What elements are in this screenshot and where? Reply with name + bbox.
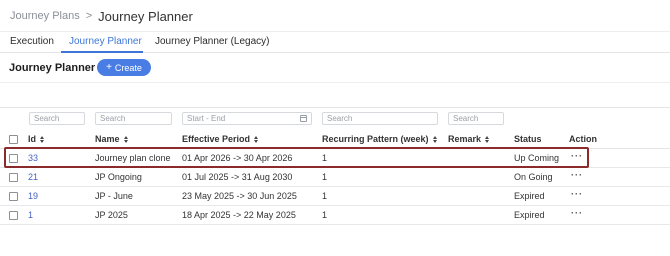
row-checkbox[interactable] [9,154,18,163]
row-status: On Going [514,172,553,182]
journey-plan-table: Search Search Start - End Search Search … [0,107,670,256]
row-recurring: 1 [322,172,328,182]
id-search-input[interactable]: Search [29,112,85,125]
active-tab-indicator [61,51,143,53]
table-row: 33 Journey plan clone 01 Apr 2026 -> 30 … [0,149,670,168]
tab-journey-planner[interactable]: Journey Planner [69,36,142,47]
header-divider [0,31,670,32]
tab-journey-planner-legacy[interactable]: Journey Planner (Legacy) [155,36,270,47]
row-recurring: 1 [322,153,328,163]
breadcrumb-separator-icon: > [85,10,93,22]
table-top-border [0,107,670,108]
calendar-icon [300,115,307,122]
column-header-remark-label: Remark [448,134,482,144]
sort-icon[interactable] [432,135,437,143]
column-header-remark[interactable]: Remark [448,134,490,144]
name-search-input[interactable]: Search [95,112,172,125]
page-title: Journey Planner [9,62,96,74]
row-effective-period: 01 Jul 2025 -> 31 Aug 2030 [182,172,293,182]
sort-icon[interactable] [40,135,44,143]
column-header-name-label: Name [95,134,120,144]
plus-icon: + [106,62,112,73]
row-effective-period: 23 May 2025 -> 30 Jun 2025 [182,191,297,201]
tab-execution[interactable]: Execution [10,36,54,47]
row-name: JP - June [95,191,133,201]
column-header-action: Action [569,134,597,144]
create-button-label: Create [114,62,142,73]
date-range-placeholder: Start - End [187,114,226,123]
sort-icon[interactable] [254,135,259,143]
table-header-row: Id Name Effective Period Recurring Patte… [0,131,670,149]
title-divider [0,82,670,83]
row-effective-period: 18 Apr 2025 -> 22 May 2025 [182,210,296,220]
table-row: 21 JP Ongoing 01 Jul 2025 -> 31 Aug 2030… [0,168,670,187]
row-effective-period: 01 Apr 2026 -> 30 Apr 2026 [182,153,293,163]
row-status: Expired [514,191,545,201]
row-action-menu-icon[interactable]: ··· [571,208,583,218]
column-header-recurring[interactable]: Recurring Pattern (week) [322,134,437,144]
row-status: Expired [514,210,545,220]
create-button[interactable]: + Create [97,59,151,76]
sort-icon[interactable] [485,135,490,143]
breadcrumb-current: Journey Planner [98,8,193,24]
effective-period-date-range[interactable]: Start - End [182,112,312,125]
breadcrumb-parent-link[interactable]: Journey Plans [10,10,80,22]
row-name: Journey plan clone [95,153,171,163]
row-checkbox[interactable] [9,211,18,220]
row-id-link[interactable]: 19 [28,191,38,201]
column-header-recurring-label: Recurring Pattern (week) [322,134,429,144]
select-all-checkbox[interactable] [9,135,18,144]
tab-bar: Execution Journey Planner Journey Planne… [0,33,670,53]
row-action-menu-icon[interactable]: ··· [571,151,583,161]
column-header-id[interactable]: Id [28,134,44,144]
column-header-name[interactable]: Name [95,134,128,144]
row-action-menu-icon[interactable]: ··· [571,170,583,180]
row-status: Up Coming [514,153,560,163]
row-name: JP 2025 [95,210,128,220]
row-recurring: 1 [322,191,328,201]
column-header-period-label: Effective Period [182,134,251,144]
column-header-id-label: Id [28,134,36,144]
row-name: JP Ongoing [95,172,142,182]
remark-search-input[interactable]: Search [448,112,504,125]
recurring-search-input[interactable]: Search [322,112,438,125]
column-header-effective-period[interactable]: Effective Period [182,134,259,144]
sort-icon[interactable] [123,135,128,143]
row-recurring: 1 [322,210,328,220]
breadcrumb: Journey Plans > Journey Planner [10,8,193,24]
column-header-status: Status [514,134,542,144]
table-row: 1 JP 2025 18 Apr 2025 -> 22 May 2025 1 E… [0,206,670,225]
row-checkbox[interactable] [9,192,18,201]
row-checkbox[interactable] [9,173,18,182]
row-id-link[interactable]: 21 [28,172,38,182]
row-action-menu-icon[interactable]: ··· [571,189,583,199]
table-row: 19 JP - June 23 May 2025 -> 30 Jun 2025 … [0,187,670,206]
row-id-link[interactable]: 33 [28,153,38,163]
row-id-link[interactable]: 1 [28,210,33,220]
